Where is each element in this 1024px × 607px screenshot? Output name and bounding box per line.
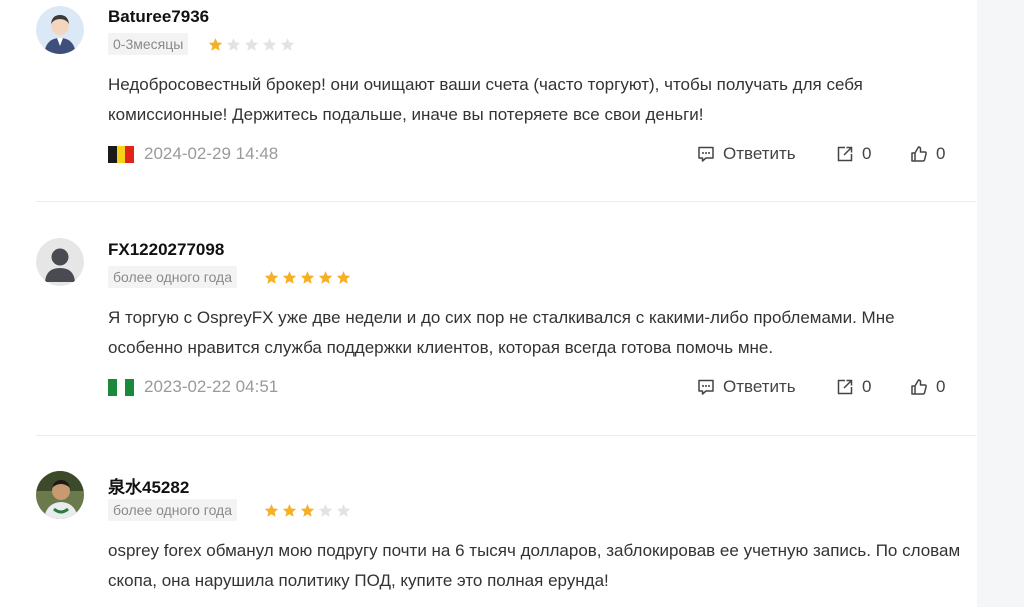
flag-stripe [125, 146, 135, 163]
default-user-dark-icon [36, 238, 84, 286]
rating-stars [264, 270, 351, 285]
username[interactable]: 泉水45282 [108, 473, 189, 498]
rating-stars [208, 37, 295, 52]
star-filled-icon [264, 270, 279, 285]
divider [36, 201, 976, 202]
review-text: Недобросовестный брокер! они очищают ваш… [108, 75, 863, 124]
right-side-panel [977, 0, 1024, 607]
share-count: 0 [862, 377, 872, 396]
like-button[interactable]: 0 [910, 144, 945, 164]
reply-label: Ответить [723, 377, 796, 396]
star-filled-icon [336, 270, 351, 285]
thumbs-up-icon [911, 146, 927, 162]
rating-stars [264, 503, 351, 518]
star-filled-icon [282, 270, 297, 285]
like-count: 0 [936, 144, 946, 163]
star-empty-icon [280, 37, 295, 52]
review-text: Я торгую с OspreyFX уже две недели и до … [108, 308, 895, 357]
star-empty-icon [262, 37, 277, 52]
share-icon [837, 379, 853, 395]
star-empty-icon [318, 503, 333, 518]
reply-button[interactable]: Ответить [697, 377, 796, 397]
review-date: 2024-02-29 14:48 [144, 144, 279, 163]
tenure-badge: более одного года [108, 266, 237, 288]
star-filled-icon [300, 503, 315, 518]
user-avatar[interactable] [36, 471, 84, 519]
reviews-page: Baturee7936 0-3месяцы Недобросовестный б… [0, 0, 1024, 607]
review-text: osprey forex обманул мою подругу почти н… [108, 541, 961, 590]
share-button[interactable]: 0 [836, 377, 871, 397]
default-user-light-icon [36, 6, 84, 54]
comment-icon [698, 379, 714, 395]
share-button[interactable]: 0 [836, 144, 871, 164]
user-avatar[interactable] [36, 238, 84, 286]
username[interactable]: FX1220277098 [108, 240, 224, 260]
star-filled-icon [300, 270, 315, 285]
reply-label: Ответить [723, 144, 796, 163]
star-filled-icon [318, 270, 333, 285]
flag-stripe [108, 146, 117, 163]
share-count: 0 [862, 144, 872, 163]
like-button[interactable]: 0 [910, 377, 945, 397]
star-empty-icon [336, 503, 351, 518]
star-filled-icon [208, 37, 223, 52]
star-empty-icon [226, 37, 241, 52]
flag-stripe [125, 379, 135, 396]
star-filled-icon [282, 503, 297, 518]
flag-stripe [116, 379, 126, 396]
review-date: 2023-02-22 04:51 [144, 377, 279, 396]
thumbs-up-icon [911, 379, 927, 395]
comment-icon [698, 146, 714, 162]
flag-stripe [116, 146, 126, 163]
share-icon [837, 146, 853, 162]
user-photo-avatar [36, 471, 84, 519]
user-avatar[interactable] [36, 6, 84, 54]
star-empty-icon [244, 37, 259, 52]
divider [36, 435, 976, 436]
tenure-badge: 0-3месяцы [108, 33, 189, 55]
reply-button[interactable]: Ответить [697, 144, 796, 164]
username[interactable]: Baturee7936 [108, 7, 209, 27]
tenure-badge: более одного года [108, 499, 237, 521]
flag-stripe [108, 379, 117, 396]
like-count: 0 [936, 377, 946, 396]
star-filled-icon [264, 503, 279, 518]
country-flag [108, 146, 135, 163]
country-flag [108, 379, 135, 396]
